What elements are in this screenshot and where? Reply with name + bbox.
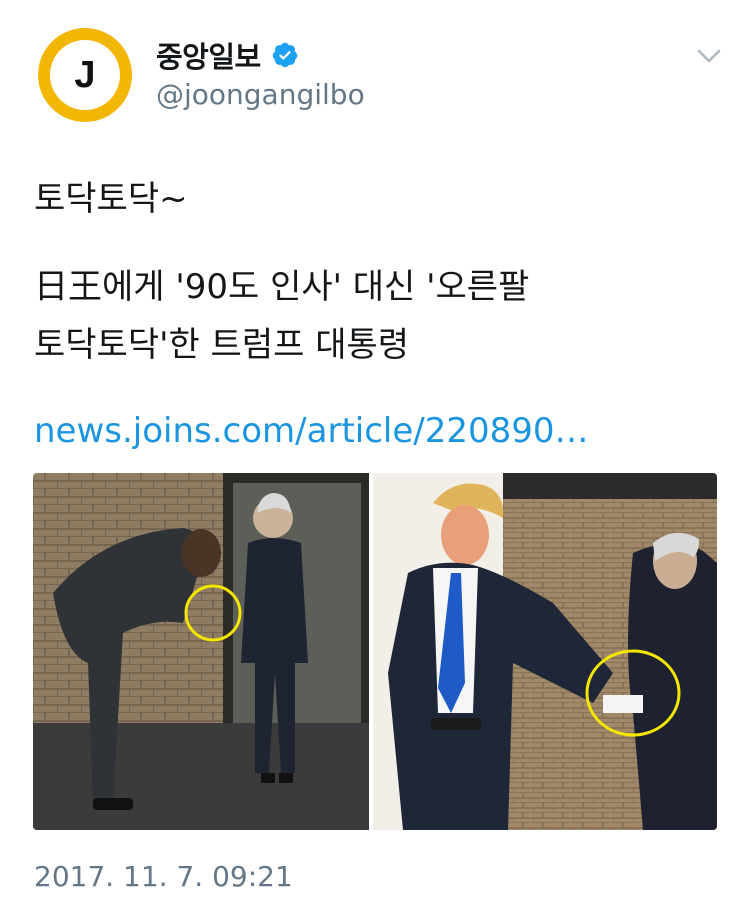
- media-image: [33, 473, 717, 830]
- tweet-line-3: 토닥토닥'한 트럼프 대통령: [34, 325, 410, 365]
- right-photo-panel: [373, 473, 717, 830]
- tweet-timestamp[interactable]: 2017. 11. 7. 09:21: [34, 860, 293, 893]
- tweet-media[interactable]: [33, 473, 717, 830]
- left-photo-panel: [33, 473, 369, 830]
- avatar[interactable]: J: [38, 28, 132, 122]
- avatar-letter: J: [74, 53, 96, 96]
- display-name[interactable]: 중앙일보: [156, 34, 261, 76]
- author-handle[interactable]: @joongangilbo: [156, 78, 365, 111]
- verified-badge-icon: [272, 42, 297, 68]
- avatar-inner: J: [50, 40, 120, 110]
- tweet-line-2: 日王에게 '90도 인사' 대신 '오른팔: [34, 267, 530, 307]
- tweet-text: 토닥토닥~ 日王에게 '90도 인사' 대신 '오른팔 토닥토닥'한 트럼프 대…: [34, 170, 694, 460]
- article-link[interactable]: news.joins.com/article/220890…: [34, 402, 694, 460]
- chevron-down-icon[interactable]: [694, 44, 724, 68]
- tweet-line-1: 토닥토닥~: [34, 179, 188, 219]
- author-name-row: 중앙일보: [156, 34, 299, 76]
